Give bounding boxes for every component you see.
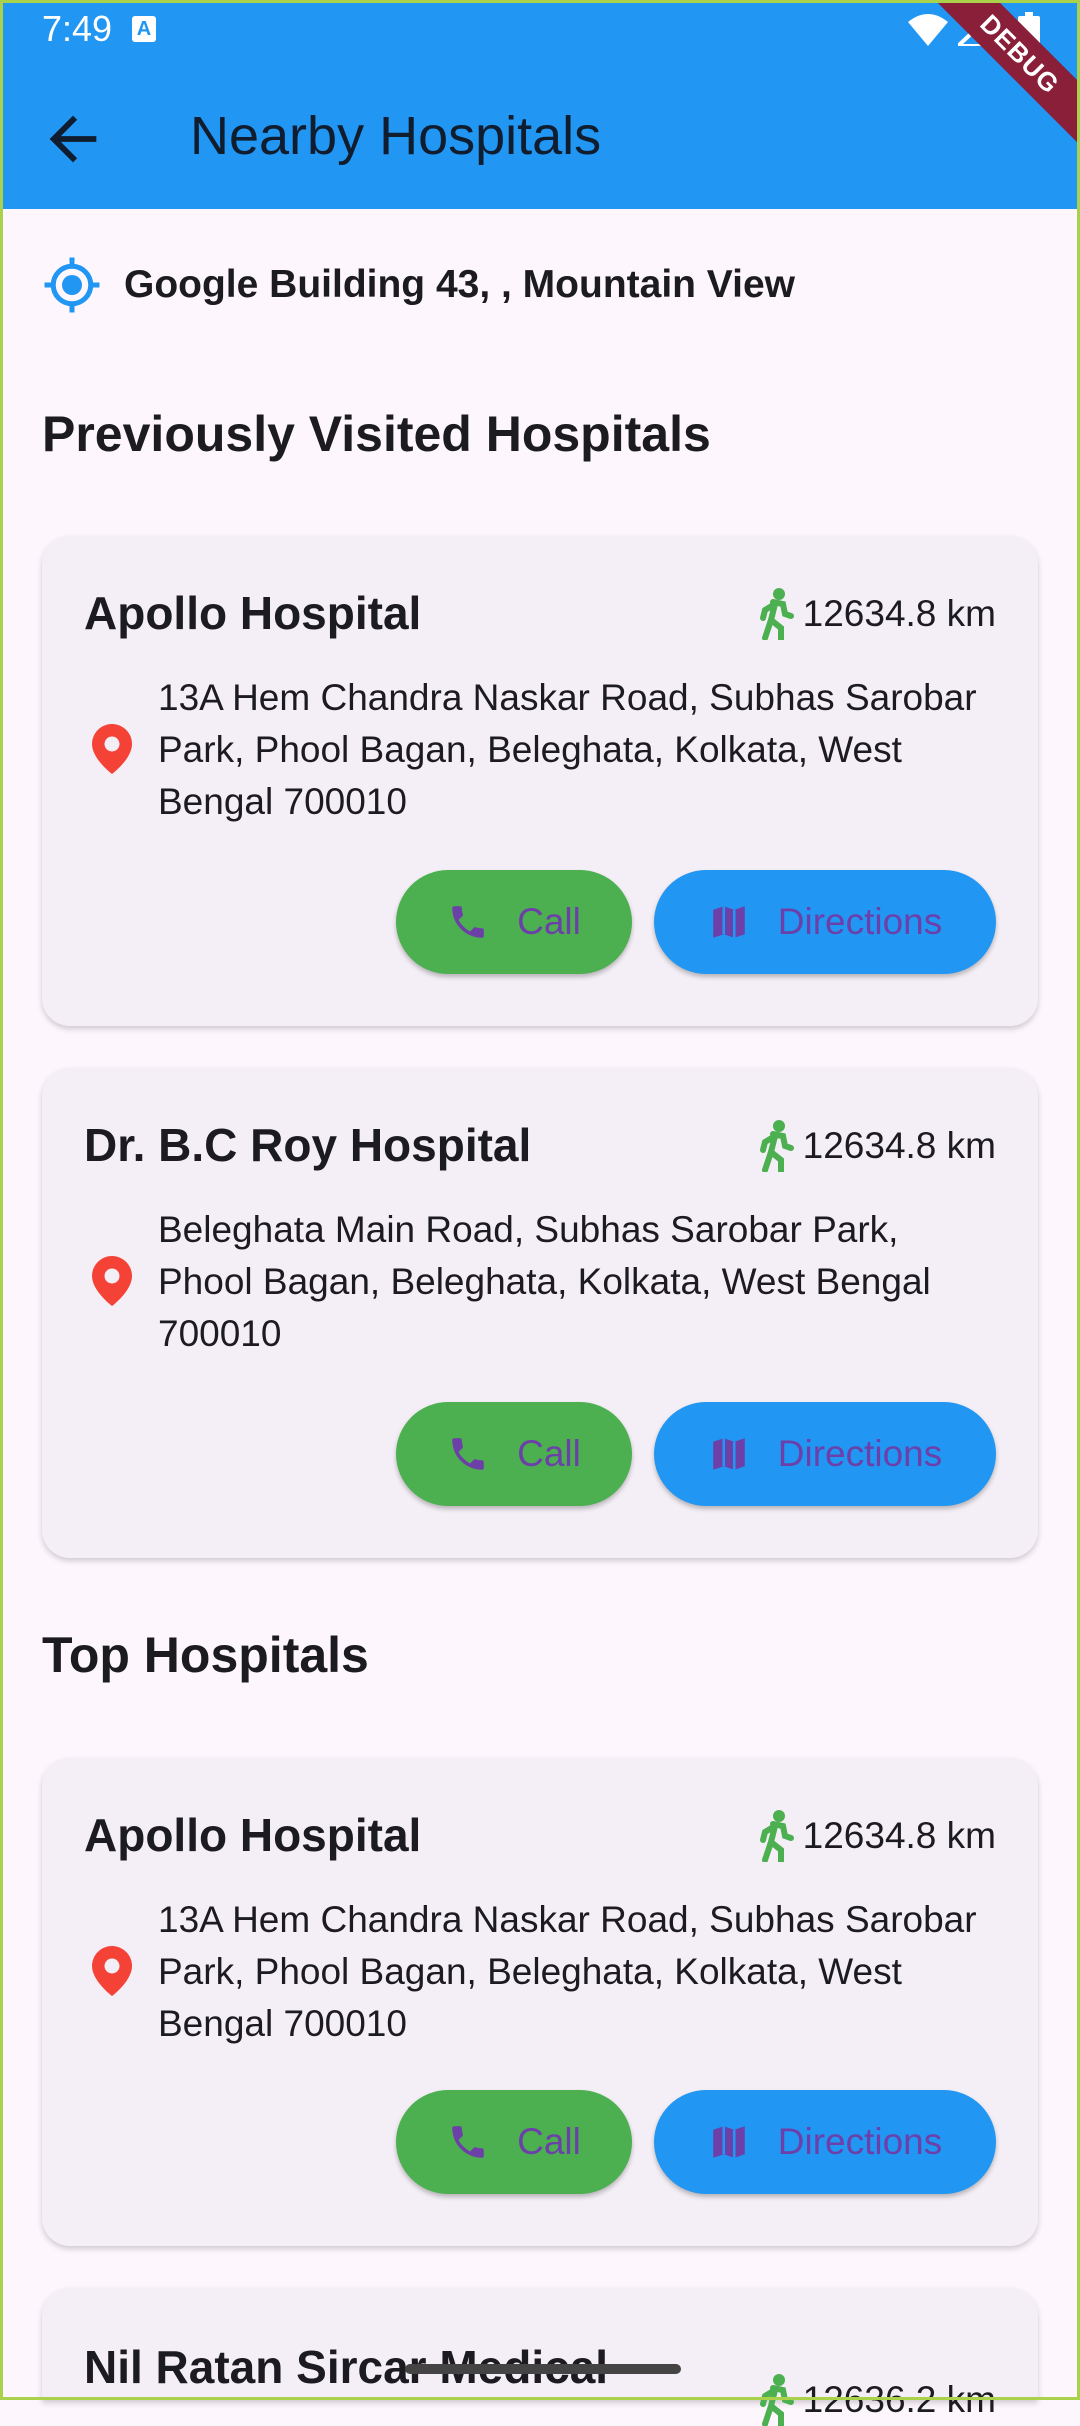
distance: 12634.8 km [755,1120,996,1172]
distance: 12634.8 km [755,1810,996,1862]
call-button[interactable]: Call [396,2090,632,2194]
distance-text: 12636.2 km [802,2379,996,2420]
call-button[interactable]: Call [396,1402,632,1506]
wifi-icon [908,14,948,46]
app-bar: 7:49 A DEBUG Nearby Hospitals [0,0,1080,209]
page-title: Nearby Hospitals [190,106,602,166]
status-time: 7:49 [42,8,113,49]
back-arrow-icon[interactable] [38,104,108,174]
walking-icon [759,2374,794,2426]
hospital-name: Apollo Hospital [84,587,422,639]
map-icon [713,1438,745,1470]
section-title-previous: Previously Visited Hospitals [42,406,711,462]
phone-icon [452,906,484,938]
hospital-card[interactable]: Dr. B.C Roy Hospital 12634.8 km Beleghat… [42,1068,1038,1558]
hospital-address: Beleghata Main Road, Subhas Sarobar Park… [158,1209,931,1354]
walking-icon [759,588,794,640]
directions-button[interactable]: Directions [654,2090,996,2194]
call-label: Call [517,901,581,942]
phone-icon [452,2126,484,2158]
call-label: Call [517,1433,581,1474]
hospital-card[interactable]: Apollo Hospital 12634.8 km 13A Hem Chand… [42,536,1038,1026]
hospital-address: 13A Hem Chandra Naskar Road, Subhas Saro… [158,677,977,822]
status-bar: 7:49 A [0,0,1080,60]
location-pin-icon [92,1946,132,1996]
hospital-name: Apollo Hospital [84,1809,422,1861]
directions-button[interactable]: Directions [654,870,996,974]
walking-icon [759,1120,794,1172]
distance-text: 12634.8 km [802,593,996,634]
directions-button[interactable]: Directions [654,1402,996,1506]
call-button[interactable]: Call [396,870,632,974]
directions-label: Directions [777,901,943,942]
location-text: Google Building 43, , Mountain View [124,263,795,306]
hospital-name: Dr. B.C Roy Hospital [84,1119,532,1171]
map-icon [713,2126,745,2158]
notification-badge: A [132,16,156,42]
distance: 12636.2 km [755,2374,996,2426]
location-pin-icon [92,1256,132,1306]
my-location-icon [44,257,100,313]
gesture-nav-handle[interactable] [405,2364,681,2374]
section-title-top: Top Hospitals [42,1627,369,1683]
hospital-card[interactable]: Apollo Hospital 12634.8 km 13A Hem Chand… [42,1758,1038,2246]
call-label: Call [517,2121,581,2162]
directions-label: Directions [777,1433,943,1474]
distance: 12634.8 km [755,588,996,640]
current-location: Google Building 43, , Mountain View [42,255,795,315]
location-pin-icon [92,724,132,774]
map-icon [713,906,745,938]
hospital-card[interactable]: Nil Ratan Sircar Medical 12636.2 km [42,2288,1038,2426]
hospital-address: 13A Hem Chandra Naskar Road, Subhas Saro… [158,1899,977,2044]
distance-text: 12634.8 km [802,1815,996,1856]
directions-label: Directions [777,2121,943,2162]
phone-icon [452,1438,484,1470]
walking-icon [759,1810,794,1862]
distance-text: 12634.8 km [802,1125,996,1166]
